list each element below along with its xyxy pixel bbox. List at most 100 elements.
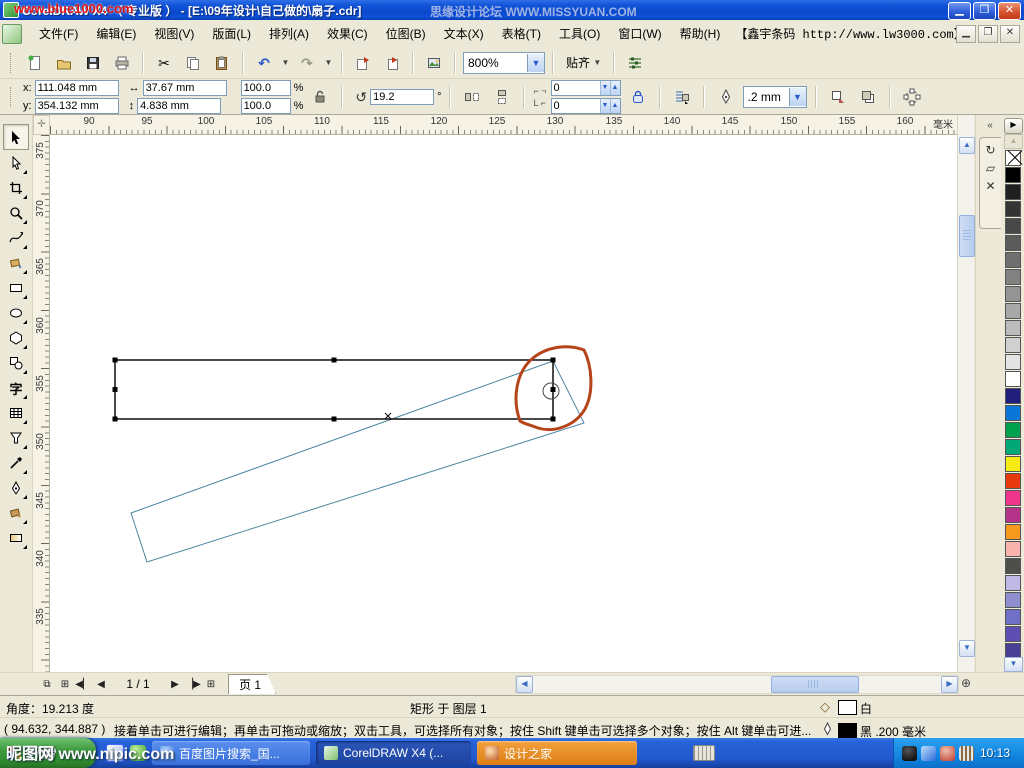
shape-tool[interactable] (4, 151, 28, 175)
scroll-right-icon[interactable]: ▶ (941, 676, 958, 693)
task-design-home[interactable]: 设计之家 (477, 741, 637, 765)
color-swatch[interactable] (1005, 558, 1021, 574)
scroll-down-icon[interactable]: ▼ (959, 640, 975, 657)
text-tool[interactable]: 字 (4, 376, 28, 400)
outline-color-swatch[interactable] (838, 723, 857, 738)
horizontal-scrollbar[interactable]: ◀ ▶ (515, 675, 959, 694)
color-swatch-none[interactable] (1005, 150, 1021, 166)
color-swatch[interactable] (1005, 592, 1021, 608)
last-page-button[interactable]: ▕▶ (184, 675, 202, 693)
menu-view[interactable]: 视图(V) (145, 21, 203, 46)
hscroll-thumb[interactable] (771, 676, 859, 693)
round-corners-lock-icon[interactable] (625, 84, 651, 110)
x-position-field[interactable] (35, 80, 119, 96)
docker-collapse-icon[interactable]: « (980, 119, 1000, 135)
rotation-angle-field[interactable] (370, 89, 434, 105)
palette-scroll-down-icon[interactable]: ▼ (1004, 657, 1023, 672)
save-button[interactable] (80, 50, 106, 76)
doc-minimize-button[interactable]: ▁ (956, 25, 976, 43)
tray-volume-icon[interactable] (959, 746, 974, 761)
fill-color-swatch[interactable] (838, 700, 857, 715)
application-launcher-icon[interactable] (421, 50, 447, 76)
close-button[interactable]: ✕ (998, 2, 1021, 20)
basic-shapes-tool[interactable] (4, 351, 28, 375)
vertical-ruler[interactable]: 375 370 365 360 355 350 345 340 335 (33, 135, 50, 672)
palette-flyout-icon[interactable]: ▶ (1004, 118, 1023, 134)
outline-width-combo[interactable]: .2 mm ▼ (743, 86, 807, 108)
nonproportional-lock-icon[interactable] (307, 84, 333, 110)
add-page-after-button[interactable]: ⊞ (202, 675, 220, 693)
color-swatch[interactable] (1005, 575, 1021, 591)
corner-top-spin-down-icon[interactable]: ▼ (600, 81, 610, 95)
color-swatch[interactable] (1005, 252, 1021, 268)
horizontal-ruler[interactable]: 90 95 100 105 110 115 120 125 130 135 14… (50, 115, 957, 135)
color-swatch[interactable] (1005, 541, 1021, 557)
tray-app-icon[interactable] (940, 746, 955, 761)
color-swatch[interactable] (1005, 626, 1021, 642)
next-page-button[interactable]: ▶ (166, 675, 184, 693)
color-swatch[interactable] (1005, 184, 1021, 200)
color-swatch[interactable] (1005, 456, 1021, 472)
ruler-origin[interactable]: ✛ (33, 115, 50, 135)
mirror-horizontal-button[interactable] (459, 84, 485, 110)
color-swatch[interactable] (1005, 286, 1021, 302)
task-baidu-images[interactable]: 百度图片搜索_国... (152, 741, 310, 765)
to-back-of-layer-button[interactable] (855, 84, 881, 110)
zoom-tool[interactable] (4, 201, 28, 225)
color-swatch[interactable] (1005, 490, 1021, 506)
color-swatch[interactable] (1005, 473, 1021, 489)
vscroll-thumb[interactable] (959, 215, 975, 257)
convert-to-curves-button[interactable] (899, 84, 925, 110)
freehand-tool[interactable] (4, 226, 28, 250)
interactive-blend-tool[interactable] (4, 426, 28, 450)
minimize-button[interactable]: ▁ (948, 2, 971, 20)
ellipse-tool[interactable] (4, 301, 28, 325)
scale-y-field[interactable] (241, 98, 291, 114)
page-tab[interactable]: 页 1 (228, 674, 276, 694)
propbar-grip[interactable] (10, 87, 14, 107)
add-page-before-button[interactable]: ⊞ (56, 675, 74, 693)
color-swatch[interactable] (1005, 354, 1021, 370)
snap-to-dropdown[interactable]: 贴齐 ▼ (561, 50, 606, 76)
restore-button[interactable]: ❐ (973, 2, 996, 20)
new-document-button[interactable] (22, 50, 48, 76)
color-swatch[interactable] (1005, 507, 1021, 523)
undo-dropdown[interactable]: ▼ (280, 51, 291, 75)
color-swatch[interactable] (1005, 167, 1021, 183)
tray-network-icon[interactable] (921, 746, 936, 761)
color-swatch[interactable] (1005, 609, 1021, 625)
menu-layout[interactable]: 版面(L) (203, 21, 260, 46)
menu-text[interactable]: 文本(X) (435, 21, 493, 46)
pick-tool[interactable] (3, 124, 29, 150)
export-button[interactable] (379, 50, 405, 76)
scale-x-field[interactable] (241, 80, 291, 96)
palette-scroll-up-icon[interactable]: ▲ (1004, 134, 1023, 149)
cut-icon[interactable]: ✂ (151, 50, 177, 76)
smart-fill-tool[interactable] (4, 251, 28, 275)
open-button[interactable] (51, 50, 77, 76)
to-front-of-layer-button[interactable] (825, 84, 851, 110)
object-width-field[interactable] (143, 80, 227, 96)
outline-combo-arrow-icon[interactable]: ▼ (789, 88, 806, 106)
color-swatch[interactable] (1005, 337, 1021, 353)
color-swatch[interactable] (1005, 388, 1021, 404)
menu-arrange[interactable]: 排列(A) (260, 21, 318, 46)
transform-docker-tab[interactable]: ↻ ▱ ✕ (979, 137, 1001, 229)
fill-tool[interactable] (4, 501, 28, 525)
corner-radius-bottom-field[interactable] (552, 99, 600, 113)
table-tool[interactable] (4, 401, 28, 425)
menu-effects[interactable]: 效果(C) (318, 21, 377, 46)
color-swatch[interactable] (1005, 371, 1021, 387)
mirror-vertical-button[interactable] (489, 84, 515, 110)
print-button[interactable] (109, 50, 135, 76)
corner-top-spin-up-icon[interactable]: ▲ (610, 81, 620, 95)
y-position-field[interactable] (35, 98, 119, 114)
object-height-field[interactable] (137, 98, 221, 114)
corner-bottom-spin-up-icon[interactable]: ▲ (610, 99, 620, 113)
corner-bottom-spin-down-icon[interactable]: ▼ (600, 99, 610, 113)
drawing-canvas[interactable] (50, 135, 957, 672)
menu-edit[interactable]: 编辑(E) (87, 21, 145, 46)
menu-help[interactable]: 帮助(H) (671, 21, 730, 46)
color-swatch[interactable] (1005, 235, 1021, 251)
wrap-text-button[interactable] (669, 84, 695, 110)
